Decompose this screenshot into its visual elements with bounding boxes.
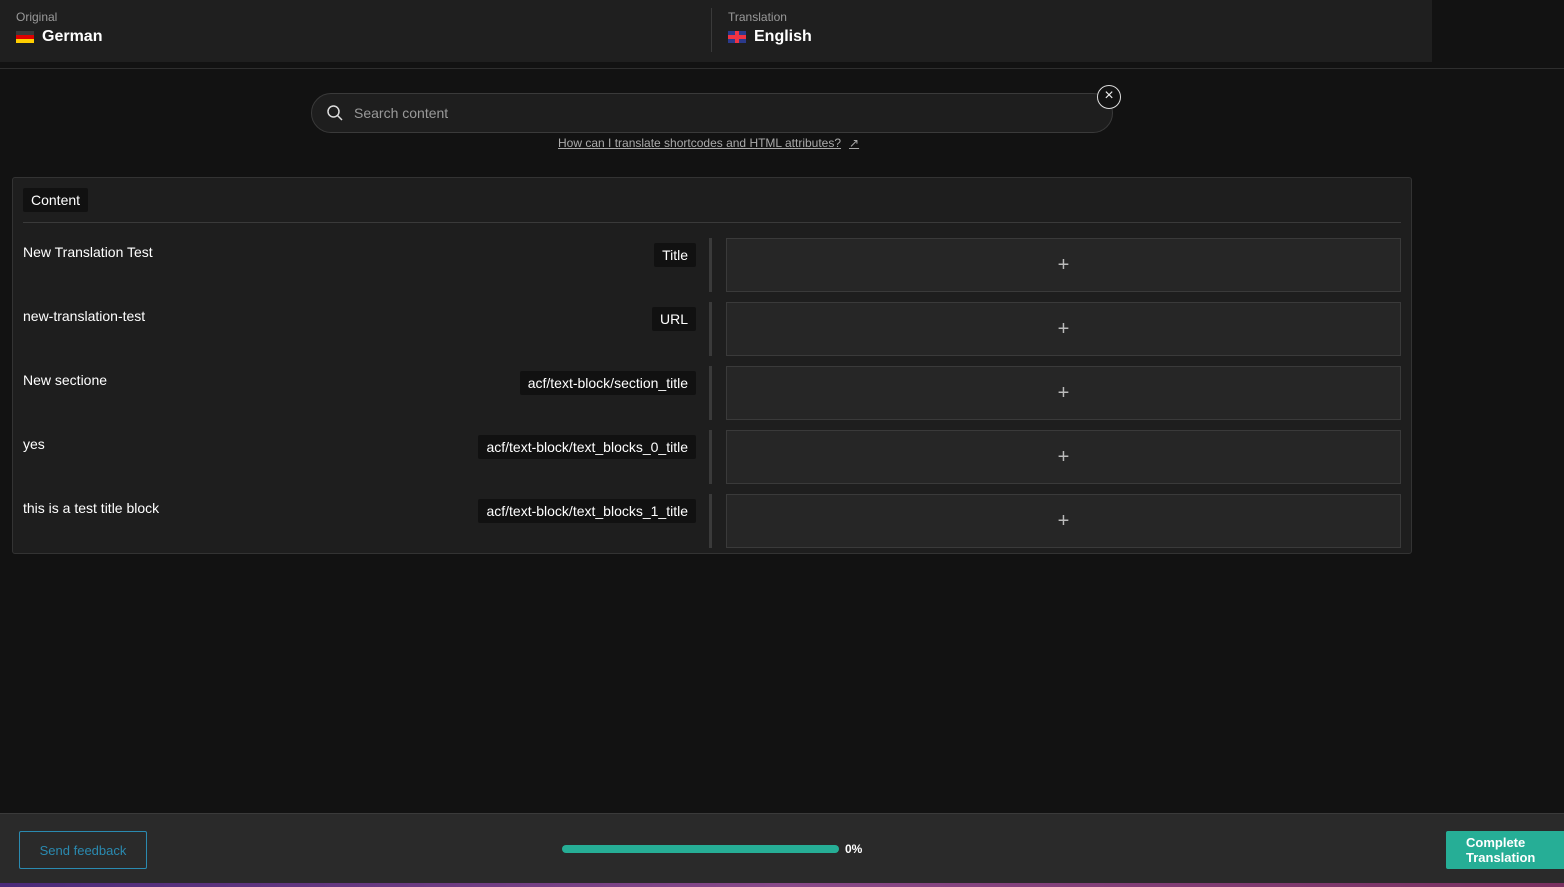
divider xyxy=(709,238,712,292)
translation-language: English xyxy=(754,28,812,45)
content-panel: Content New Translation Test Title + new-… xyxy=(12,177,1412,554)
translation-label: Translation xyxy=(728,10,787,24)
plus-icon: + xyxy=(1057,253,1070,276)
table-row: new-translation-test URL + xyxy=(23,302,1401,356)
plus-icon: + xyxy=(1057,445,1070,468)
divider xyxy=(709,430,712,484)
progress-label: 0% xyxy=(845,842,863,856)
progress-bar xyxy=(562,845,839,853)
send-feedback-button[interactable]: Send feedback xyxy=(19,831,147,869)
original-text: New Translation Test xyxy=(23,244,153,260)
plus-icon: + xyxy=(1057,317,1070,340)
table-row: New Translation Test Title + xyxy=(23,238,1401,292)
plus-icon: + xyxy=(1057,381,1070,404)
field-badge: acf/text-block/text_blocks_1_title xyxy=(478,499,696,523)
add-translation-button[interactable]: + xyxy=(726,302,1401,356)
add-translation-button[interactable]: + xyxy=(726,430,1401,484)
divider xyxy=(709,494,712,548)
original-text: yes xyxy=(23,436,45,452)
divider xyxy=(709,302,712,356)
divider xyxy=(709,366,712,420)
search-input[interactable] xyxy=(354,105,1054,121)
close-icon[interactable]: × xyxy=(1097,85,1121,109)
original-text: this is a test title block xyxy=(23,500,160,516)
footer: Send feedback 0% Complete Translation xyxy=(0,813,1564,883)
field-badge: acf/text-block/section_title xyxy=(519,371,696,395)
german-flag-icon xyxy=(16,31,34,43)
add-translation-button[interactable]: + xyxy=(726,494,1401,548)
original-label: Original xyxy=(16,10,58,24)
field-badge: acf/text-block/text_blocks_0_title xyxy=(478,435,696,459)
divider xyxy=(23,222,1401,223)
original-text: new-translation-test xyxy=(23,308,146,324)
add-translation-button[interactable]: + xyxy=(726,238,1401,292)
table-row: New sectione acf/text-block/section_titl… xyxy=(23,366,1401,420)
field-badge: Title xyxy=(654,243,696,267)
help-link-text[interactable]: How can I translate shortcodes and HTML … xyxy=(558,136,841,150)
uk-flag-icon xyxy=(728,31,746,43)
original-text: New sectione xyxy=(23,372,108,388)
table-row: yes acf/text-block/text_blocks_0_title + xyxy=(23,430,1401,484)
bottom-bar xyxy=(0,883,1564,887)
table-row: this is a test title block acf/text-bloc… xyxy=(23,494,1401,548)
search-icon xyxy=(327,105,343,121)
complete-translation-button[interactable]: Complete Translation xyxy=(1446,831,1564,869)
field-badge: URL xyxy=(651,307,696,331)
search-bar xyxy=(311,93,1113,133)
divider xyxy=(0,68,1564,69)
original-language: German xyxy=(42,28,103,45)
add-translation-button[interactable]: + xyxy=(726,366,1401,420)
help-link[interactable]: How can I translate shortcodes and HTML … xyxy=(558,136,859,150)
external-link-icon: ↗ xyxy=(849,136,860,150)
plus-icon: + xyxy=(1057,509,1070,532)
language-header: Original German Translation English xyxy=(0,0,1432,62)
tab-content[interactable]: Content xyxy=(23,188,89,212)
